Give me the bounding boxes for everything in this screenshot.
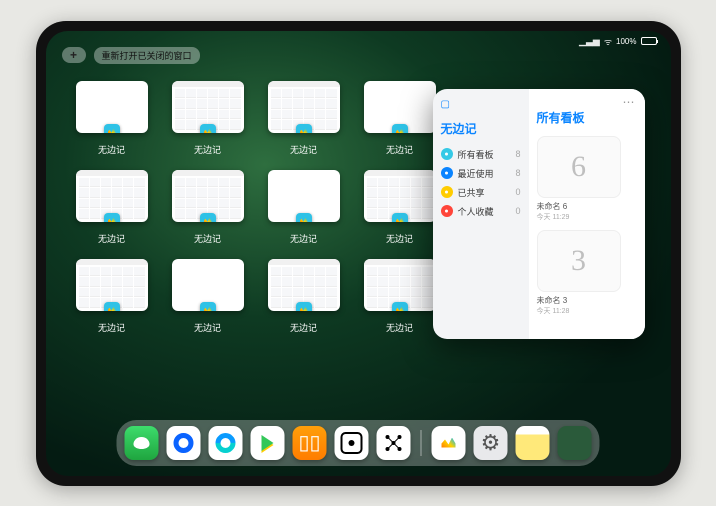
window-label: 无边记 <box>98 232 125 245</box>
freeform-icon <box>104 213 120 222</box>
freeform-icon <box>200 124 216 133</box>
freeform-popover: ⋯ ▢ 无边记 ● 所有看板 8 ● 最近使用 8 ● 已共享 0 ● 个人收藏 0 所有看板 6 未命… <box>433 89 645 339</box>
app-switcher-grid: 无边记无边记无边记无边记无边记无边记无边记无边记无边记无边记无边记无边记 <box>76 81 456 334</box>
board-name: 未命名 3 <box>537 295 621 306</box>
dock-icon-applib[interactable] <box>558 426 592 460</box>
window-label: 无边记 <box>290 143 317 156</box>
window-label: 无边记 <box>290 232 317 245</box>
dock: ▯▯ ⚙ <box>117 420 600 466</box>
category-count: 0 <box>515 187 520 197</box>
board-preview: 3 <box>537 230 621 292</box>
window-thumb[interactable]: 无边记 <box>268 259 340 334</box>
board-date: 今天 11:28 <box>537 306 621 316</box>
sidebar-item[interactable]: ● 所有看板 8 <box>441 145 521 164</box>
freeform-icon <box>296 213 312 222</box>
dock-icon-settings[interactable]: ⚙ <box>474 426 508 460</box>
category-icon: ● <box>441 167 453 179</box>
board-card[interactable]: 6 未命名 6今天 11:29 <box>537 136 621 222</box>
popover-sidebar: ▢ 无边记 ● 所有看板 8 ● 最近使用 8 ● 已共享 0 ● 个人收藏 0 <box>433 89 529 339</box>
status-bar: ▁▃▅ ᯤ 100% <box>579 35 656 48</box>
dock-icon-nodes[interactable] <box>377 426 411 460</box>
new-window-button[interactable]: + <box>62 47 86 63</box>
window-thumb[interactable]: 无边记 <box>268 81 340 156</box>
dock-separator <box>421 430 422 456</box>
category-count: 8 <box>515 149 520 159</box>
category-label: 已共享 <box>458 186 485 199</box>
window-label: 无边记 <box>194 321 221 334</box>
freeform-icon <box>392 124 408 133</box>
sidebar-item[interactable]: ● 已共享 0 <box>441 183 521 202</box>
window-thumb[interactable]: 无边记 <box>364 170 436 245</box>
window-label: 无边记 <box>386 321 413 334</box>
dock-icon-notes[interactable] <box>516 426 550 460</box>
ipad-frame: ▁▃▅ ᯤ 100% + 重新打开已关闭的窗口 无边记无边记无边记无边记无边记无… <box>36 21 681 486</box>
category-count: 8 <box>515 168 520 178</box>
wifi-icon: ᯤ <box>604 35 612 48</box>
category-label: 最近使用 <box>458 167 494 180</box>
top-controls: + 重新打开已关闭的窗口 <box>62 47 200 64</box>
window-label: 无边记 <box>98 143 125 156</box>
window-thumb[interactable]: 无边记 <box>172 259 244 334</box>
freeform-icon <box>104 302 120 311</box>
category-icon: ● <box>441 205 453 217</box>
sidebar-item[interactable]: ● 最近使用 8 <box>441 164 521 183</box>
dock-icon-wechat[interactable] <box>125 426 159 460</box>
screen: ▁▃▅ ᯤ 100% + 重新打开已关闭的窗口 无边记无边记无边记无边记无边记无… <box>46 31 671 476</box>
dock-icon-books[interactable]: ▯▯ <box>293 426 327 460</box>
board-date: 今天 11:29 <box>537 212 621 222</box>
window-thumb[interactable]: 无边记 <box>364 259 436 334</box>
freeform-icon <box>296 302 312 311</box>
category-label: 所有看板 <box>458 148 494 161</box>
window-label: 无边记 <box>386 143 413 156</box>
window-thumb[interactable]: 无边记 <box>268 170 340 245</box>
window-thumb[interactable]: 无边记 <box>364 81 436 156</box>
window-thumb[interactable]: 无边记 <box>172 170 244 245</box>
freeform-icon <box>200 213 216 222</box>
sidebar-item[interactable]: ● 个人收藏 0 <box>441 202 521 221</box>
freeform-icon <box>392 213 408 222</box>
dock-icon-q2[interactable] <box>209 426 243 460</box>
board-name: 未命名 6 <box>537 201 621 212</box>
board-preview: 6 <box>537 136 621 198</box>
category-label: 个人收藏 <box>458 205 494 218</box>
window-thumb[interactable]: 无边记 <box>76 170 148 245</box>
popover-boards-pane: 所有看板 6 未命名 6今天 11:29 3 未命名 3今天 11:28 <box>529 89 645 339</box>
window-thumb[interactable]: 无边记 <box>76 259 148 334</box>
freeform-icon <box>200 302 216 311</box>
sidebar-title: 无边记 <box>441 120 521 137</box>
cellular-icon: ▁▃▅ <box>579 36 600 47</box>
window-label: 无边记 <box>194 232 221 245</box>
sidebar-toggle-icon[interactable]: ▢ <box>441 99 521 110</box>
freeform-icon <box>296 124 312 133</box>
window-label: 无边记 <box>386 232 413 245</box>
freeform-icon <box>392 302 408 311</box>
dock-icon-freeform[interactable] <box>432 426 466 460</box>
dock-icon-play[interactable] <box>251 426 285 460</box>
window-label: 无边记 <box>98 321 125 334</box>
window-thumb[interactable]: 无边记 <box>172 81 244 156</box>
board-card[interactable]: 3 未命名 3今天 11:28 <box>537 230 621 316</box>
window-label: 无边记 <box>194 143 221 156</box>
category-icon: ● <box>441 186 453 198</box>
category-count: 0 <box>515 206 520 216</box>
popover-more-icon[interactable]: ⋯ <box>623 95 635 109</box>
freeform-icon <box>104 124 120 133</box>
window-thumb[interactable]: 无边记 <box>76 81 148 156</box>
dock-icon-q1[interactable] <box>167 426 201 460</box>
boards-title: 所有看板 <box>537 109 637 126</box>
category-icon: ● <box>441 148 453 160</box>
battery-icon <box>641 37 657 45</box>
battery-percent: 100% <box>616 37 636 46</box>
reopen-closed-window-pill[interactable]: 重新打开已关闭的窗口 <box>94 47 200 64</box>
window-label: 无边记 <box>290 321 317 334</box>
dock-icon-dot[interactable] <box>335 426 369 460</box>
